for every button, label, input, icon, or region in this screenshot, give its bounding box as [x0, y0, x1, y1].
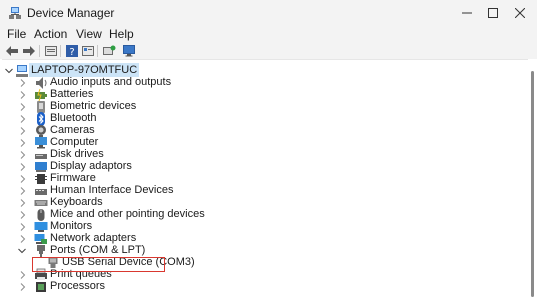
close-icon: [515, 8, 525, 18]
toolbar-separator: [60, 45, 61, 57]
usb-device-highlight: [32, 257, 165, 272]
device-manager-icon: [9, 7, 21, 19]
help-button[interactable]: ?: [65, 44, 79, 58]
view-icon: [82, 46, 94, 56]
chevron-right-icon[interactable]: [19, 137, 27, 149]
scan-hardware-button[interactable]: [102, 44, 116, 58]
view-button[interactable]: [81, 44, 95, 58]
monitor-icon: [123, 45, 135, 57]
chevron-right-icon[interactable]: [19, 209, 27, 221]
chevron-right-icon[interactable]: [19, 173, 27, 185]
tree-item-label: Ports (COM & LPT): [50, 244, 146, 256]
menu-action[interactable]: Action: [34, 27, 67, 41]
tree-item-label: Bluetooth: [50, 112, 97, 124]
monitor-button[interactable]: [122, 44, 136, 58]
chevron-right-icon[interactable]: [19, 161, 27, 173]
back-arrow-icon: [6, 46, 18, 56]
toolbar-separator: [39, 45, 40, 57]
help-icon: ?: [66, 45, 78, 57]
processor-icon: [36, 282, 46, 292]
tree-item-label: Cameras: [50, 124, 95, 136]
chevron-right-icon[interactable]: [19, 197, 27, 209]
forward-arrow-icon: [23, 46, 35, 56]
chevron-right-icon[interactable]: [19, 125, 27, 137]
tree-item-label: Audio inputs and outputs: [50, 76, 172, 88]
tree-item-processors[interactable]: Processors: [2, 280, 302, 293]
tree-item-label: Mice and other pointing devices: [50, 208, 205, 220]
title-bar: Device Manager: [0, 0, 537, 26]
back-button[interactable]: [5, 44, 19, 58]
tree-item-label: Human Interface Devices: [50, 184, 174, 196]
scrollbar-thumb[interactable]: [531, 71, 534, 297]
menu-file[interactable]: File: [7, 27, 26, 41]
tree-item-label: Display adaptors: [50, 160, 132, 172]
menu-bar: File Action View Help: [0, 26, 537, 43]
tree-item-label: Biometric devices: [50, 100, 137, 112]
forward-button[interactable]: [22, 44, 36, 58]
chevron-right-icon[interactable]: [19, 221, 27, 233]
tree-item-label: Monitors: [50, 220, 93, 232]
svg-text:?: ?: [69, 47, 74, 57]
chevron-right-icon[interactable]: [19, 281, 27, 293]
chevron-right-icon[interactable]: [19, 89, 27, 101]
tree-item-label: Keyboards: [50, 196, 103, 208]
chevron-down-icon[interactable]: [18, 245, 26, 257]
chevron-right-icon[interactable]: [19, 77, 27, 89]
chevron-right-icon[interactable]: [19, 149, 27, 161]
computer-icon: [16, 65, 28, 77]
chevron-right-icon[interactable]: [19, 269, 27, 281]
tree-item-label: Firmware: [50, 172, 96, 184]
toolbar-separator: [97, 45, 98, 57]
chevron-right-icon[interactable]: [19, 101, 27, 113]
chevron-right-icon[interactable]: [19, 113, 27, 125]
window-title: Device Manager: [27, 6, 115, 20]
properties-button[interactable]: [44, 44, 58, 58]
toolbar: ?: [0, 43, 537, 59]
tree-item-label: Disk drives: [50, 148, 104, 160]
scan-hardware-icon: [102, 45, 115, 55]
chevron-right-icon[interactable]: [19, 233, 27, 245]
tree-item-label: Computer: [50, 136, 99, 148]
tree-item-label: Processors: [50, 280, 106, 292]
vertical-scrollbar[interactable]: [528, 59, 537, 297]
computer-name-label: LAPTOP-97OMTFUC: [29, 63, 140, 77]
chevron-right-icon[interactable]: [19, 185, 27, 197]
tree-item-label: Batteries: [50, 88, 94, 100]
menu-help[interactable]: Help: [109, 27, 134, 41]
tree-item-label: Network adapters: [50, 232, 137, 244]
chevron-down-icon[interactable]: [5, 65, 13, 77]
minimize-icon: [462, 12, 472, 14]
maximize-icon: [488, 8, 498, 18]
menu-view[interactable]: View: [76, 27, 102, 41]
close-button[interactable]: [500, 0, 537, 26]
properties-icon: [45, 46, 57, 56]
